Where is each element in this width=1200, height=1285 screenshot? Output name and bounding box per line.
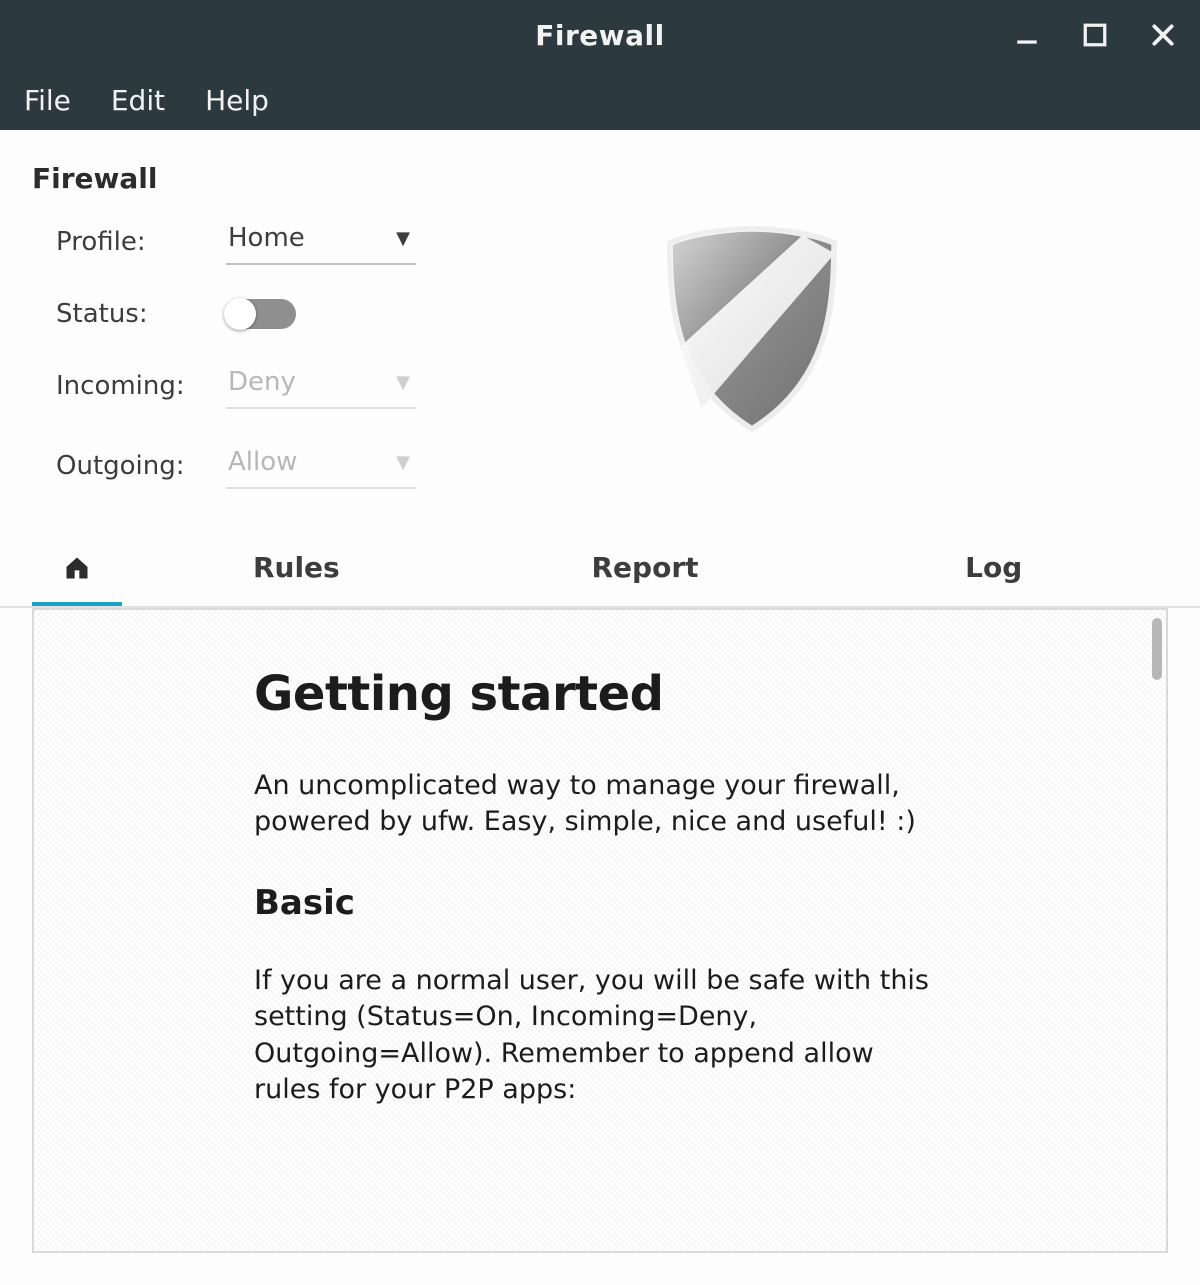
shield-wrap <box>456 211 1168 439</box>
minimize-button[interactable] <box>1010 18 1044 52</box>
window-controls <box>1010 0 1180 70</box>
doc-content: Getting started An uncomplicated way to … <box>34 610 1166 1251</box>
minimize-icon <box>1014 22 1040 48</box>
menu-edit[interactable]: Edit <box>111 84 165 117</box>
settings-grid: Profile: Home ▼ Status: Incoming: Deny ▼… <box>32 211 416 489</box>
menubar: File Edit Help <box>0 70 1200 130</box>
settings-row: Profile: Home ▼ Status: Incoming: Deny ▼… <box>0 211 1200 489</box>
doc-basic-paragraph: If you are a normal user, you will be sa… <box>254 963 946 1109</box>
chevron-down-icon: ▼ <box>396 228 410 249</box>
profile-value: Home <box>228 223 305 253</box>
tab-log[interactable]: Log <box>819 535 1168 606</box>
incoming-dropdown[interactable]: Deny ▼ <box>226 363 416 409</box>
profile-dropdown[interactable]: Home ▼ <box>226 219 416 265</box>
menu-file[interactable]: File <box>24 84 71 117</box>
menu-help[interactable]: Help <box>205 84 269 117</box>
profile-label: Profile: <box>56 227 226 257</box>
status-toggle[interactable] <box>226 299 296 329</box>
maximize-icon <box>1082 22 1108 48</box>
app-window: Firewall File Edit Help Firewall Profile… <box>0 0 1200 1285</box>
tab-rules[interactable]: Rules <box>122 535 471 606</box>
titlebar: Firewall <box>0 0 1200 70</box>
scrollbar-thumb[interactable] <box>1152 618 1162 680</box>
content-area: Firewall Profile: Home ▼ Status: Incomin… <box>0 130 1200 1285</box>
chevron-down-icon: ▼ <box>396 372 410 393</box>
doc-intro-paragraph: An uncomplicated way to manage your fire… <box>254 768 946 841</box>
incoming-label: Incoming: <box>56 371 226 401</box>
doc-heading-basic: Basic <box>254 883 946 923</box>
tab-report[interactable]: Report <box>471 535 820 606</box>
close-button[interactable] <box>1146 18 1180 52</box>
close-icon <box>1150 22 1176 48</box>
doc-pane: Getting started An uncomplicated way to … <box>32 608 1168 1253</box>
status-label: Status: <box>56 299 226 329</box>
home-icon <box>63 554 91 582</box>
shield-icon <box>662 219 842 439</box>
outgoing-value: Allow <box>228 447 297 477</box>
outgoing-dropdown[interactable]: Allow ▼ <box>226 443 416 489</box>
page-title: Firewall <box>0 162 1200 211</box>
toggle-knob <box>224 298 256 330</box>
outgoing-label: Outgoing: <box>56 451 226 481</box>
doc-heading-getting-started: Getting started <box>254 666 946 722</box>
tab-home[interactable] <box>32 535 122 606</box>
maximize-button[interactable] <box>1078 18 1112 52</box>
tabs: Rules Report Log <box>0 535 1200 608</box>
chevron-down-icon: ▼ <box>396 452 410 473</box>
incoming-value: Deny <box>228 367 296 397</box>
